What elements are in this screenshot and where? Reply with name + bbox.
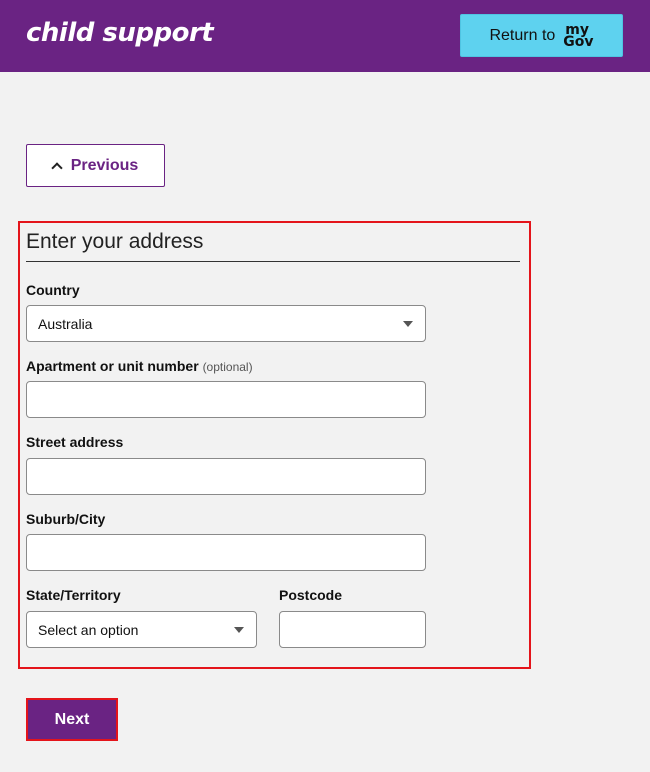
previous-label: Previous [70, 156, 139, 174]
chevron-up-icon [51, 161, 63, 174]
caret-down-icon [403, 321, 413, 327]
suburb-city-input[interactable] [26, 534, 426, 571]
postcode-input[interactable] [279, 611, 426, 648]
country-label: Country [26, 282, 80, 298]
street-address-input[interactable] [26, 458, 426, 495]
country-value: Australia [38, 315, 93, 332]
apartment-input[interactable] [26, 381, 426, 418]
state-value: Select an option [38, 621, 139, 638]
street-label: Street address [26, 434, 124, 450]
return-to-mygov-button[interactable]: Return to my Gov [460, 14, 623, 57]
return-label: Return to [489, 26, 556, 44]
postcode-label: Postcode [279, 587, 343, 603]
section-title: Enter your address [26, 230, 204, 253]
mygov-logo: my Gov [563, 23, 594, 50]
next-button[interactable]: Next [26, 698, 118, 741]
title-divider [26, 261, 520, 262]
optional-hint: (optional) [202, 360, 253, 374]
suburb-label: Suburb/City [26, 511, 106, 527]
apartment-label-text: Apartment or unit number [26, 358, 199, 374]
country-select[interactable]: Australia [26, 305, 426, 342]
state-territory-select[interactable]: Select an option [26, 611, 257, 648]
state-label: State/Territory [26, 587, 121, 603]
apartment-label: Apartment or unit number (optional) [26, 358, 253, 374]
caret-down-icon [234, 627, 244, 633]
brand-logo-text: child support [26, 18, 214, 48]
mygov-logo-gov: Gov [563, 33, 594, 50]
next-label: Next [54, 710, 90, 728]
previous-button[interactable]: Previous [26, 144, 165, 187]
site-header: child support Return to my Gov [0, 0, 650, 72]
